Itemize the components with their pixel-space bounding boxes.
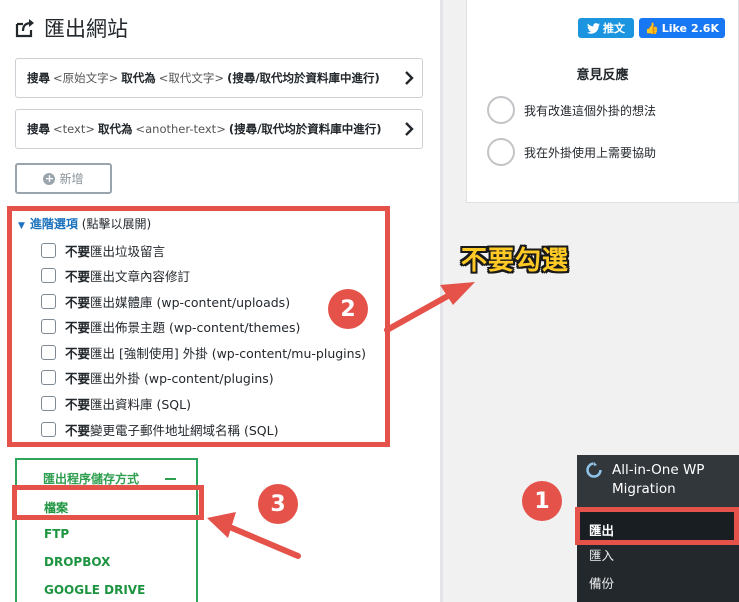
plugin-menu-header[interactable]: All-in-One WP Migration (577, 455, 739, 507)
advanced-options-toggle[interactable]: ▼ 進階選項 (點擊以展開) (18, 215, 151, 232)
option-bold: 不要 (65, 345, 91, 361)
find-replace-row-1[interactable]: 搜尋 <原始文字> 取代為 <取代文字> (搜尋/取代均於資料庫中進行) (15, 58, 423, 98)
export-to-dropbox[interactable]: DROPBOX (44, 555, 110, 569)
checkbox[interactable] (41, 369, 56, 385)
option-bold: 不要 (65, 396, 91, 412)
find-label: 搜尋 (27, 122, 50, 136)
like-label: Like (661, 21, 687, 35)
radio-button[interactable] (487, 96, 515, 124)
replace-label: 取代為 (121, 71, 156, 85)
option-no-revisions[interactable]: 不要 匯出文章內容修訂 (41, 266, 190, 284)
checkbox[interactable] (41, 344, 56, 360)
option-no-media[interactable]: 不要 匯出媒體庫 (wp-content/uploads) (41, 292, 290, 310)
option-bold: 不要 (65, 243, 91, 259)
option-text: 匯出 [強制使用] 外掛 (wp-content/mu-plugins) (90, 345, 366, 361)
export-to-google-drive[interactable]: GOOGLE DRIVE (44, 583, 145, 597)
plugin-name-line1: All-in-One WP (612, 462, 705, 478)
step-badge-3: 3 (258, 484, 298, 524)
menu-item-import[interactable]: 匯入 (589, 545, 614, 564)
like-count: 2.6K (690, 21, 719, 35)
twitter-bird-icon (587, 22, 600, 34)
plugin-name-line2: Migration (612, 481, 676, 497)
callout-dont-check: 不要勾選 (461, 246, 570, 276)
facebook-like-button[interactable]: 👍 Like 2.6K (639, 18, 725, 38)
feedback-title: 意見反應 (576, 68, 629, 83)
option-no-themes[interactable]: 不要 匯出佈景主題 (wp-content/themes) (41, 317, 300, 335)
find-value: <原始文字> (53, 71, 119, 85)
step-badge-2: 2 (328, 289, 368, 329)
option-text: 匯出資料庫 (SQL) (90, 396, 191, 412)
option-bold: 不要 (65, 294, 91, 310)
advanced-options-hint: (點擊以展開) (81, 217, 152, 231)
minus-icon[interactable] (165, 478, 176, 480)
tweet-label: 推文 (603, 22, 625, 35)
replace-value: <another-text> (135, 122, 226, 136)
file-option-highlight (12, 485, 204, 520)
option-bold: 不要 (65, 319, 91, 335)
add-button-label: 新增 (59, 172, 84, 186)
option-text: 匯出媒體庫 (wp-content/uploads) (90, 294, 291, 310)
radio-button[interactable] (487, 138, 515, 166)
export-icon (15, 19, 34, 38)
checkbox[interactable] (41, 242, 56, 258)
replace-value: <取代文字> (158, 71, 225, 85)
chevron-right-icon (405, 122, 414, 136)
plugin-logo-icon (586, 462, 602, 478)
feedback-option-idea[interactable]: 我有改進這個外掛的想法 (487, 96, 656, 124)
find-value: <text> (53, 122, 95, 136)
checkbox[interactable] (41, 267, 56, 283)
plugin-name: All-in-One WP Migration (612, 461, 732, 499)
thumbs-up-icon: 👍 (645, 21, 659, 35)
menu-item-export-highlight[interactable]: 匯出 (575, 507, 739, 545)
find-label: 搜尋 (27, 71, 50, 85)
option-bold: 不要 (65, 268, 91, 284)
replace-label: 取代為 (97, 122, 133, 136)
add-find-replace-button[interactable]: + 新增 (15, 163, 112, 194)
option-text: 匯出佈景主題 (wp-content/themes) (90, 319, 301, 335)
option-no-database[interactable]: 不要 匯出資料庫 (SQL) (41, 394, 191, 412)
option-no-mu-plugins[interactable]: 不要 匯出 [強制使用] 外掛 (wp-content/mu-plugins) (41, 343, 366, 361)
step-badge-1: 1 (522, 481, 562, 521)
feedback-option-help[interactable]: 我在外掛使用上需要協助 (487, 138, 656, 166)
page-title-text: 匯出網站 (44, 17, 128, 41)
chevron-right-icon (405, 71, 414, 85)
option-bold: 不要 (65, 422, 91, 438)
advanced-options-title: 進階選項 (29, 217, 78, 231)
plus-circle-icon: + (43, 171, 56, 185)
triangle-down-icon: ▼ (18, 221, 25, 231)
option-no-email-replace[interactable]: 不要 變更電子郵件地址網域名稱 (SQL) (41, 420, 278, 438)
option-text: 匯出外掛 (wp-content/plugins) (90, 370, 274, 386)
checkbox[interactable] (41, 421, 56, 437)
export-to-ftp[interactable]: FTP (44, 527, 69, 541)
find-replace-note: (搜尋/取代均於資料庫中進行) (227, 71, 380, 85)
checkbox[interactable] (41, 395, 56, 411)
option-text: 匯出垃圾留言 (90, 243, 166, 259)
menu-item-backup[interactable]: 備份 (589, 573, 614, 592)
feedback-option-text: 我有改進這個外掛的想法 (524, 103, 657, 118)
page-title: 匯出網站 (14, 14, 128, 42)
option-bold: 不要 (65, 370, 91, 386)
panel-divider (440, 0, 443, 602)
option-no-spam-comments[interactable]: 不要 匯出垃圾留言 (41, 241, 165, 259)
option-text: 匯出文章內容修訂 (90, 268, 191, 284)
tweet-button[interactable]: 推文 (578, 18, 634, 38)
menu-item-export[interactable]: 匯出 (589, 520, 614, 539)
find-replace-note: (搜尋/取代均於資料庫中進行) (228, 122, 382, 136)
option-no-plugins[interactable]: 不要 匯出外掛 (wp-content/plugins) (41, 368, 274, 386)
feedback-option-text: 我在外掛使用上需要協助 (524, 145, 657, 160)
checkbox[interactable] (41, 293, 56, 309)
find-replace-row-2[interactable]: 搜尋 <text> 取代為 <another-text> (搜尋/取代均於資料庫… (15, 109, 423, 149)
option-text: 變更電子郵件地址網域名稱 (SQL) (90, 422, 279, 438)
export-to-panel: 匯出程序儲存方式 檔案 FTP DROPBOX GOOGLE DRIVE (15, 458, 198, 602)
checkbox[interactable] (41, 318, 56, 334)
